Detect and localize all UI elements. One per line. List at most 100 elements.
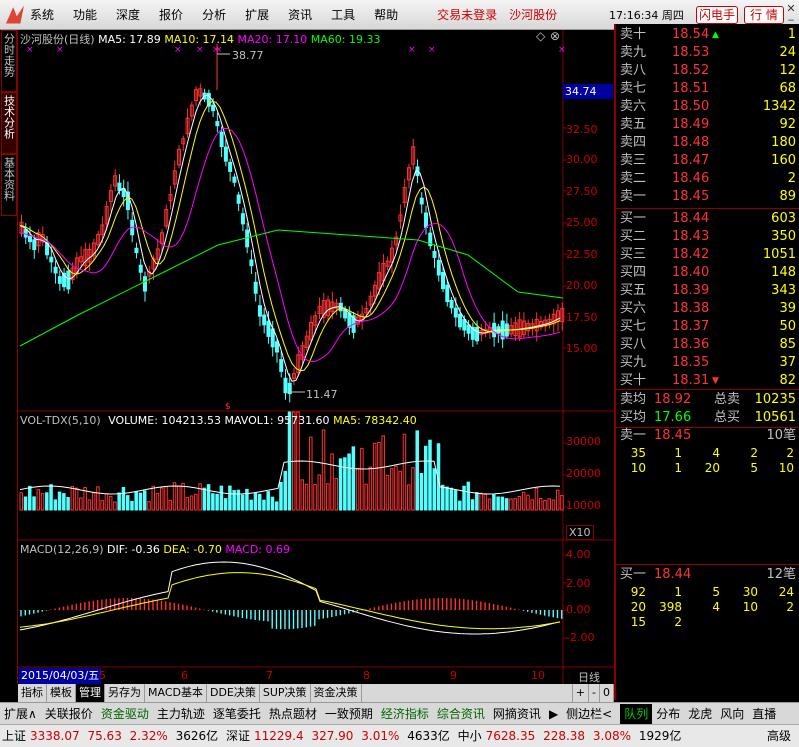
menu-item-quote[interactable]: 报价 bbox=[159, 6, 183, 23]
tab-indicator[interactable]: 指标 bbox=[18, 684, 47, 702]
down-arrow-icon: ▼ bbox=[712, 376, 719, 386]
buy-order-row[interactable]: 买三 18.42 1051 bbox=[620, 246, 799, 264]
candle-body bbox=[57, 276, 62, 284]
buy-order-row[interactable]: 买五 18.39 343 bbox=[620, 282, 799, 300]
tab-economic[interactable]: 经济指标 bbox=[377, 704, 433, 724]
buy-order-row[interactable]: 买四 18.40 148 bbox=[620, 264, 799, 282]
volume-bar bbox=[219, 485, 224, 511]
sell-order-row[interactable]: 卖二 18.46 2 bbox=[620, 170, 799, 188]
sell-order-row[interactable]: 卖三 18.47 160 bbox=[620, 152, 799, 170]
tab-manage[interactable]: 管理 bbox=[76, 684, 105, 702]
sidebar-toggle[interactable]: 侧边栏< bbox=[562, 704, 616, 724]
candle-body bbox=[249, 259, 254, 267]
sell-order-row[interactable]: 卖四 18.48 180 bbox=[620, 134, 799, 152]
tab-live[interactable]: 直播 bbox=[748, 704, 780, 724]
zoom-in-button[interactable]: + bbox=[571, 684, 590, 702]
tab-intraday[interactable]: 分时走势 bbox=[1, 30, 17, 92]
period-label[interactable]: 日线 bbox=[578, 669, 600, 685]
menu-item-extend[interactable]: 扩展 bbox=[245, 6, 269, 23]
sell-order-row[interactable]: 卖十 18.54 ▲ 1 bbox=[620, 26, 799, 44]
buy-order-row[interactable]: 买十 18.31 ▼ 82 bbox=[620, 372, 799, 390]
sell-order-row[interactable]: 卖一 18.45 89 bbox=[620, 188, 799, 206]
buy-order-label: 买八 bbox=[620, 337, 647, 352]
tab-fund-driven[interactable]: 资金驱动 bbox=[97, 704, 153, 724]
buy-order-volume: 39 bbox=[779, 301, 796, 316]
volume-bar bbox=[49, 484, 53, 511]
month-tick: 9 bbox=[450, 669, 457, 682]
tab-hot-topics[interactable]: 热点题材 bbox=[265, 704, 321, 724]
sell-order-row[interactable]: 卖八 18.52 12 bbox=[620, 62, 799, 80]
tab-dragon-tiger[interactable]: 龙虎 bbox=[684, 704, 716, 724]
sell-order-row[interactable]: 卖六 18.50 1342 bbox=[620, 98, 799, 116]
zoom-out-button[interactable]: - bbox=[589, 684, 600, 702]
buy-order-row[interactable]: 买七 18.37 50 bbox=[620, 318, 799, 336]
tab-fund-decision[interactable]: 资金决策 bbox=[311, 684, 362, 702]
month-tick: 7 bbox=[266, 669, 273, 682]
menu-item-function[interactable]: 功能 bbox=[73, 6, 97, 23]
menu-item-depth[interactable]: 深度 bbox=[116, 6, 140, 23]
quote-button[interactable]: 行 情 bbox=[744, 6, 784, 24]
sell-order-volume: 89 bbox=[779, 189, 796, 204]
tab-main-track[interactable]: 主力轨迹 bbox=[153, 704, 209, 724]
volume-bar bbox=[66, 497, 70, 511]
tab-dde[interactable]: DDE决策 bbox=[207, 684, 260, 702]
tab-template[interactable]: 模板 bbox=[47, 684, 76, 702]
tab-consensus[interactable]: 一致预期 bbox=[321, 704, 377, 724]
sell-order-row[interactable]: 卖五 18.49 92 bbox=[620, 116, 799, 134]
play-icon[interactable]: ▶ bbox=[545, 704, 562, 724]
sz-index-label[interactable]: 深证 bbox=[226, 729, 250, 743]
candle-body bbox=[223, 146, 228, 162]
chart-close-icon[interactable]: ⊗ bbox=[550, 29, 560, 43]
buy-order-volume: 148 bbox=[771, 265, 796, 280]
reset-button[interactable]: 0 bbox=[600, 684, 614, 702]
tab-trend[interactable]: 风向 bbox=[716, 704, 748, 724]
volume-bar bbox=[223, 498, 228, 511]
tab-order-detail[interactable]: 逐笔委托 bbox=[209, 704, 265, 724]
sell-order-label: 卖八 bbox=[620, 63, 647, 78]
tab-macd-basic[interactable]: MACD基本 bbox=[145, 684, 207, 702]
trade-status[interactable]: 交易未登录 bbox=[437, 6, 497, 23]
sell1-detail-header: 卖一 18.45 10笔 bbox=[620, 427, 799, 445]
ma5-value: MA5: 17.89 bbox=[98, 33, 161, 46]
sh-index-label[interactable]: 上证 bbox=[2, 729, 26, 743]
tab-distribution[interactable]: 分布 bbox=[652, 704, 684, 724]
tab-news[interactable]: 综合资讯 bbox=[433, 704, 489, 724]
advanced-mode[interactable]: 高级 bbox=[767, 725, 791, 747]
menu-item-help[interactable]: 帮助 bbox=[374, 6, 398, 23]
volume-bar bbox=[500, 496, 505, 511]
tab-sup[interactable]: SUP决策 bbox=[260, 684, 311, 702]
tab-related-quote[interactable]: 关联报价 bbox=[41, 704, 97, 724]
tab-save-as[interactable]: 另存为 bbox=[105, 684, 145, 702]
flash-trade-button[interactable]: 闪电手 bbox=[696, 6, 738, 24]
buy-order-row[interactable]: 买六 18.38 39 bbox=[620, 300, 799, 318]
queue-order-size: 5 bbox=[712, 585, 720, 599]
extend-toggle[interactable]: 扩展∧ bbox=[0, 704, 41, 724]
volume-bar bbox=[53, 499, 58, 511]
tab-intraday-label: 分时走势 bbox=[2, 33, 16, 77]
tab-technical[interactable]: 技术分析 bbox=[1, 92, 17, 154]
queue-order-size: 2 bbox=[786, 446, 794, 460]
queue-order-size: 20 bbox=[704, 461, 720, 475]
queue-order-size: 1 bbox=[674, 585, 682, 599]
buy-order-row[interactable]: 买九 18.35 37 bbox=[620, 354, 799, 372]
candle-body bbox=[32, 239, 37, 251]
volume-bar bbox=[249, 499, 253, 511]
tab-fundamentals[interactable]: 基本资料 bbox=[1, 154, 17, 216]
candle-body bbox=[253, 281, 258, 294]
zx-index-label[interactable]: 中小 bbox=[458, 729, 482, 743]
buy-order-row[interactable]: 买八 18.36 85 bbox=[620, 336, 799, 354]
buy-order-row[interactable]: 买二 18.43 350 bbox=[620, 228, 799, 246]
order-book-panel: 卖十 18.54 ▲ 1 卖九 18.53 24 卖八 18.52 12 卖七 18.51 68 卖六 18… bbox=[614, 24, 799, 700]
menu-item-tools[interactable]: 工具 bbox=[331, 6, 355, 23]
queue-order-size: 1 bbox=[674, 461, 682, 475]
buy-order-row[interactable]: 买一 18.44 603 bbox=[620, 210, 799, 228]
menu-item-system[interactable]: 系统 bbox=[30, 6, 54, 23]
kline-chart[interactable]: × × × × ×× × × ×$ bbox=[18, 30, 614, 684]
tab-queue[interactable]: 队列 bbox=[620, 703, 653, 724]
chart-options-icon[interactable]: ◇ bbox=[536, 29, 545, 43]
menu-item-analysis[interactable]: 分析 bbox=[202, 6, 226, 23]
tab-web-news[interactable]: 网摘资讯 bbox=[489, 704, 545, 724]
sell-order-row[interactable]: 卖九 18.53 24 bbox=[620, 44, 799, 62]
sell-order-row[interactable]: 卖七 18.51 68 bbox=[620, 80, 799, 98]
menu-item-news[interactable]: 资讯 bbox=[288, 6, 312, 23]
